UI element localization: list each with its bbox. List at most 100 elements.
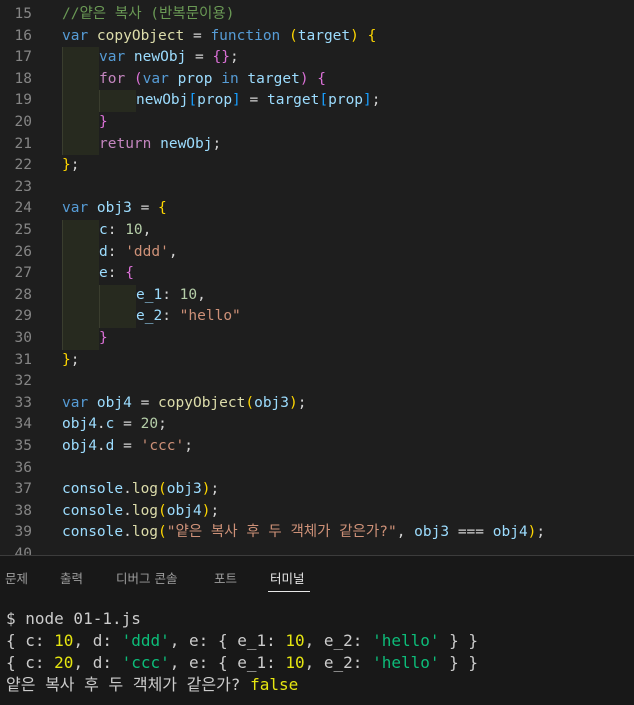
tab-terminal[interactable]: 터미널 [270,568,305,587]
line-number: 16 [14,27,32,44]
code-token: 10 [179,286,198,303]
code-token: . [96,438,106,454]
line-number: 15 [14,6,32,22]
code-text: obj4.c = 20; [62,414,167,436]
code-token: newObj [160,135,213,152]
code-token: ( [158,502,167,519]
code-token: . [96,416,106,433]
terminal-token: , e_2: [304,653,373,672]
indent-guide [62,328,99,350]
line-number: 32 [14,373,32,390]
code-token: ( [133,70,143,87]
code-token: ; [210,502,220,519]
line-number: 23 [14,178,32,195]
line-number: 26 [14,243,32,260]
code-line: 17 var newObj = {}; [0,47,634,69]
terminal-token: 'ccc' [121,653,170,672]
code-token: . [123,481,132,498]
code-text: console.log("얕은 복사 후 두 객체가 같은가?", obj3 =… [62,522,545,544]
code-token: } [99,114,108,130]
code-text: for (var prop in target) { [99,69,326,91]
code-line: 24 var obj3 = { [0,198,634,220]
code-line: 15 //얕은 복사 (반복문이용) [0,4,634,26]
code-token: e_2 [136,308,163,325]
line-number: 25 [14,222,32,238]
code-token: e [99,265,108,282]
line-number: 24 [14,200,32,217]
code-token: var [62,200,97,217]
code-token: ( [158,481,167,498]
line-number: 20 [14,114,32,130]
code-token: . [123,502,132,519]
code-token: : [162,308,180,325]
code-token: var [142,70,178,87]
code-line: 23 [0,177,634,199]
code-text: c: 10, [99,220,151,242]
tab-ports[interactable]: 포트 [214,568,237,587]
code-token: obj4 [96,394,132,411]
code-token: 10 [125,222,143,238]
line-number: 38 [14,502,32,519]
code-editor[interactable]: 15 //얕은 복사 (반복문이용) 16 var copyObject = func… [0,0,634,555]
terminal-token: , d: [73,653,122,672]
tab-problems[interactable]: 문제 [5,568,28,587]
active-tab-indicator [268,591,310,592]
terminal-output[interactable]: $ node 01-1.js{ c: 10, d: 'ddd', e: { e_… [6,608,478,696]
code-line: 40 [0,544,634,555]
code-line: 21 return newObj; [0,133,634,156]
line-number: 34 [14,416,32,433]
indent-guide [62,47,99,69]
code-line: 27 e: { [0,263,634,285]
code-token: prop [197,92,233,109]
code-token: , [168,243,178,260]
code-line: 33 var obj4 = copyObject(obj3); [0,393,634,415]
terminal-line: { c: 10, d: 'ddd', e: { e_1: 10, e_2: 'h… [6,630,478,652]
terminal-token: 10 [285,631,305,650]
code-token: return [99,135,161,152]
terminal-token: , e: { e_1: [169,631,286,650]
code-token: ; [184,438,193,454]
code-line: 19 newObj[prop] = target[prop]; [0,90,634,112]
code-line: 31}; [0,350,634,372]
code-token: = [131,200,159,217]
code-token: ; [212,135,222,152]
terminal-token: 10 [285,653,305,672]
indent-guide [99,90,136,112]
line-number: 17 [14,49,32,66]
code-token: . [123,524,132,541]
code-token: 20 [140,416,159,433]
code-text: }; [62,155,79,177]
code-line: 22}; [0,155,634,177]
indent-guide [62,263,99,285]
code-token: { [158,200,167,217]
tab-output[interactable]: 출력 [60,568,83,587]
indent-guide [62,306,99,328]
line-number: 31 [14,351,32,368]
code-line: 36 [0,458,634,480]
code-token: //얕은 복사 (반복문이용) [62,6,235,22]
terminal-token: 20 [54,653,74,672]
code-token: ; [158,416,167,433]
code-text: newObj[prop] = target[prop]; [136,90,381,112]
code-token: === [449,524,493,541]
code-text: var newObj = {}; [99,47,239,69]
code-token: newObj [133,49,187,66]
indent-guide [62,220,99,242]
code-token: target [266,92,320,109]
code-token: d [99,243,108,260]
tab-debug-console[interactable]: 디버그 콘솔 [116,568,177,587]
code-text: } [99,112,108,134]
line-number: 30 [14,330,32,346]
code-token: : [107,265,126,282]
code-token: = [184,27,211,44]
code-token: : [162,286,180,303]
code-text: }; [62,350,79,372]
line-number: 22 [14,157,32,174]
terminal-token: 'hello' [372,653,440,672]
code-token: ] [363,92,372,109]
code-token: var [99,49,134,66]
code-text: e_1: 10, [136,285,206,307]
